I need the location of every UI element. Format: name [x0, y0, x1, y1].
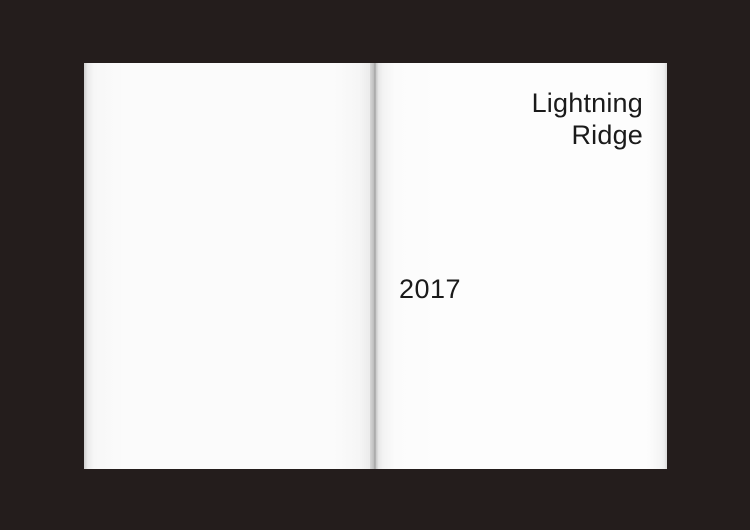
book-title: Lightning Ridge	[532, 87, 643, 151]
left-page-edge	[84, 63, 87, 469]
publication-year: 2017	[399, 274, 462, 304]
right-page: Lightning Ridge 2017	[377, 63, 667, 469]
open-book: Lightning Ridge 2017	[84, 63, 667, 469]
title-line-1: Lightning	[531, 88, 643, 118]
title-line-2: Ridge	[571, 120, 643, 150]
book-spine-gutter	[370, 63, 379, 469]
left-page	[84, 63, 374, 469]
right-page-edge	[664, 63, 667, 469]
